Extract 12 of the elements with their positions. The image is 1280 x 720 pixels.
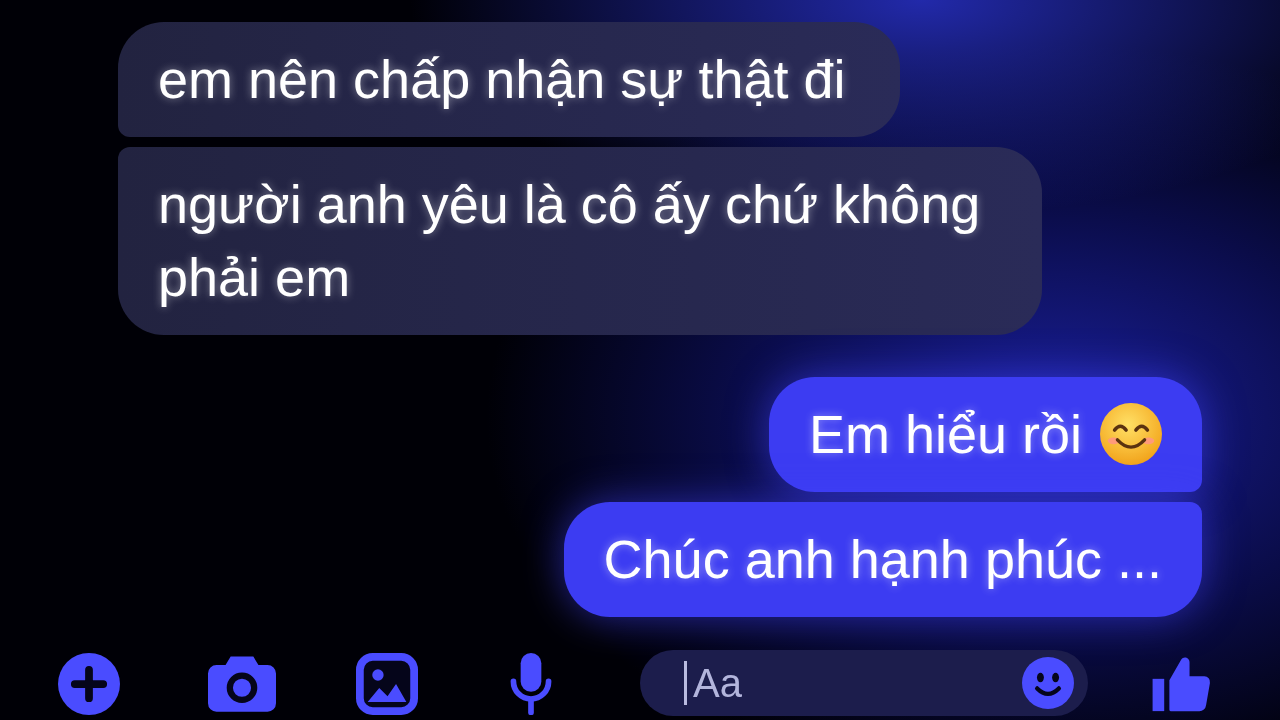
camera-icon[interactable] — [208, 655, 276, 712]
message-text: Chúc anh hạnh phúc ... — [603, 529, 1162, 589]
text-cursor — [684, 661, 687, 705]
image-icon[interactable] — [356, 653, 418, 715]
microphone-icon[interactable] — [510, 653, 552, 715]
plus-icon[interactable] — [58, 653, 120, 715]
message-text: người anh yêu là cô ấy chứ không phải em — [158, 174, 981, 307]
message-input[interactable]: Aa — [693, 657, 1022, 709]
message-text: em nên chấp nhận sự thật đi — [158, 49, 846, 109]
emoji-icon[interactable] — [1022, 657, 1074, 709]
message-text: Em hiểu rồi — [808, 404, 1082, 464]
message-input-field[interactable]: Aa — [640, 650, 1088, 716]
